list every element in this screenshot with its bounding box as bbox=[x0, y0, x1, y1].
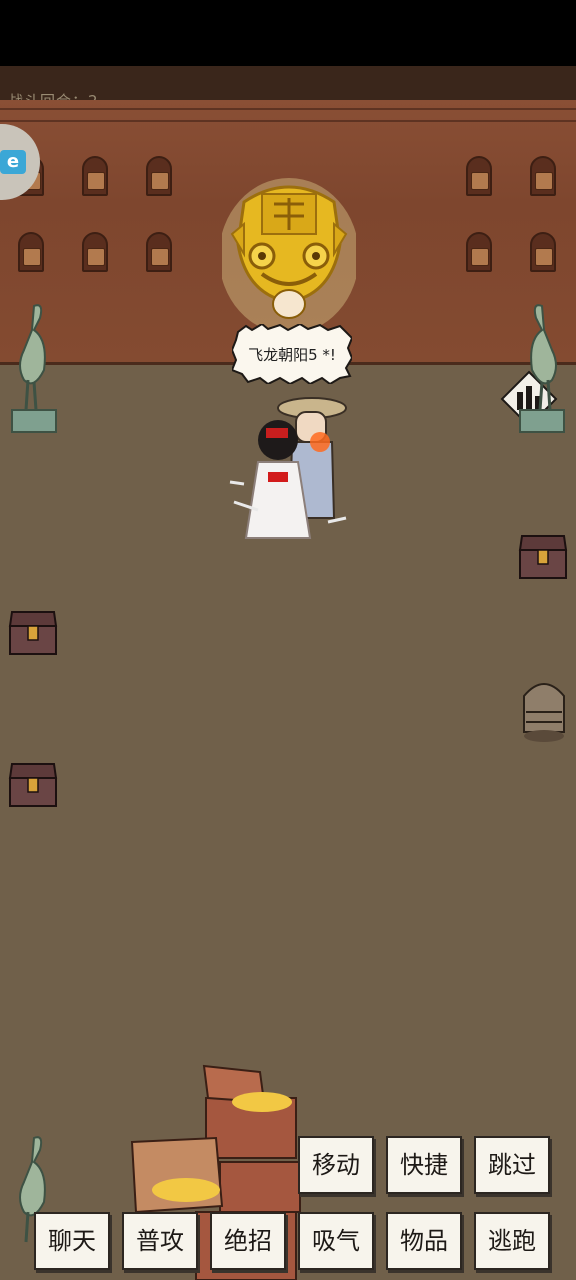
skip-button[interactable]: 跳过 bbox=[474, 1136, 550, 1194]
speech-text: 飞龙朝阳5 *! bbox=[248, 346, 336, 364]
treasure-chest[interactable] bbox=[8, 606, 58, 658]
side-menu-icon-letter: e bbox=[0, 150, 26, 174]
crane-statue bbox=[11, 304, 57, 433]
treasure-chest[interactable] bbox=[518, 530, 568, 582]
flee-button[interactable]: 逃跑 bbox=[474, 1212, 550, 1270]
wall-niche bbox=[466, 156, 492, 196]
wall-niche bbox=[82, 232, 108, 272]
special-move-button[interactable]: 绝招 bbox=[210, 1212, 286, 1270]
items-button[interactable]: 物品 bbox=[386, 1212, 462, 1270]
wall-niche bbox=[530, 156, 556, 196]
opened-chest[interactable] bbox=[520, 672, 568, 746]
wall-line bbox=[0, 120, 576, 122]
treasure-chest[interactable] bbox=[8, 758, 58, 810]
shortcut-button[interactable]: 快捷 bbox=[386, 1136, 462, 1194]
wall-niche bbox=[466, 232, 492, 272]
wall-line bbox=[0, 108, 576, 110]
breathe-button[interactable]: 吸气 bbox=[298, 1212, 374, 1270]
player-characters[interactable] bbox=[228, 392, 352, 562]
wall-niche bbox=[18, 232, 44, 272]
chat-button[interactable]: 聊天 bbox=[34, 1212, 110, 1270]
crane-statue bbox=[519, 304, 565, 433]
normal-attack-button[interactable]: 普攻 bbox=[122, 1212, 198, 1270]
wall-niche bbox=[82, 156, 108, 196]
status-bar bbox=[0, 0, 576, 66]
wall-niche bbox=[146, 232, 172, 272]
wall-niche bbox=[146, 156, 172, 196]
wall-niche bbox=[530, 232, 556, 272]
golden-beast-mask bbox=[222, 178, 356, 334]
move-button[interactable]: 移动 bbox=[298, 1136, 374, 1194]
battle-scene: 战斗回合：2 e 飞龙朝阳5 *! bbox=[0, 66, 576, 1280]
